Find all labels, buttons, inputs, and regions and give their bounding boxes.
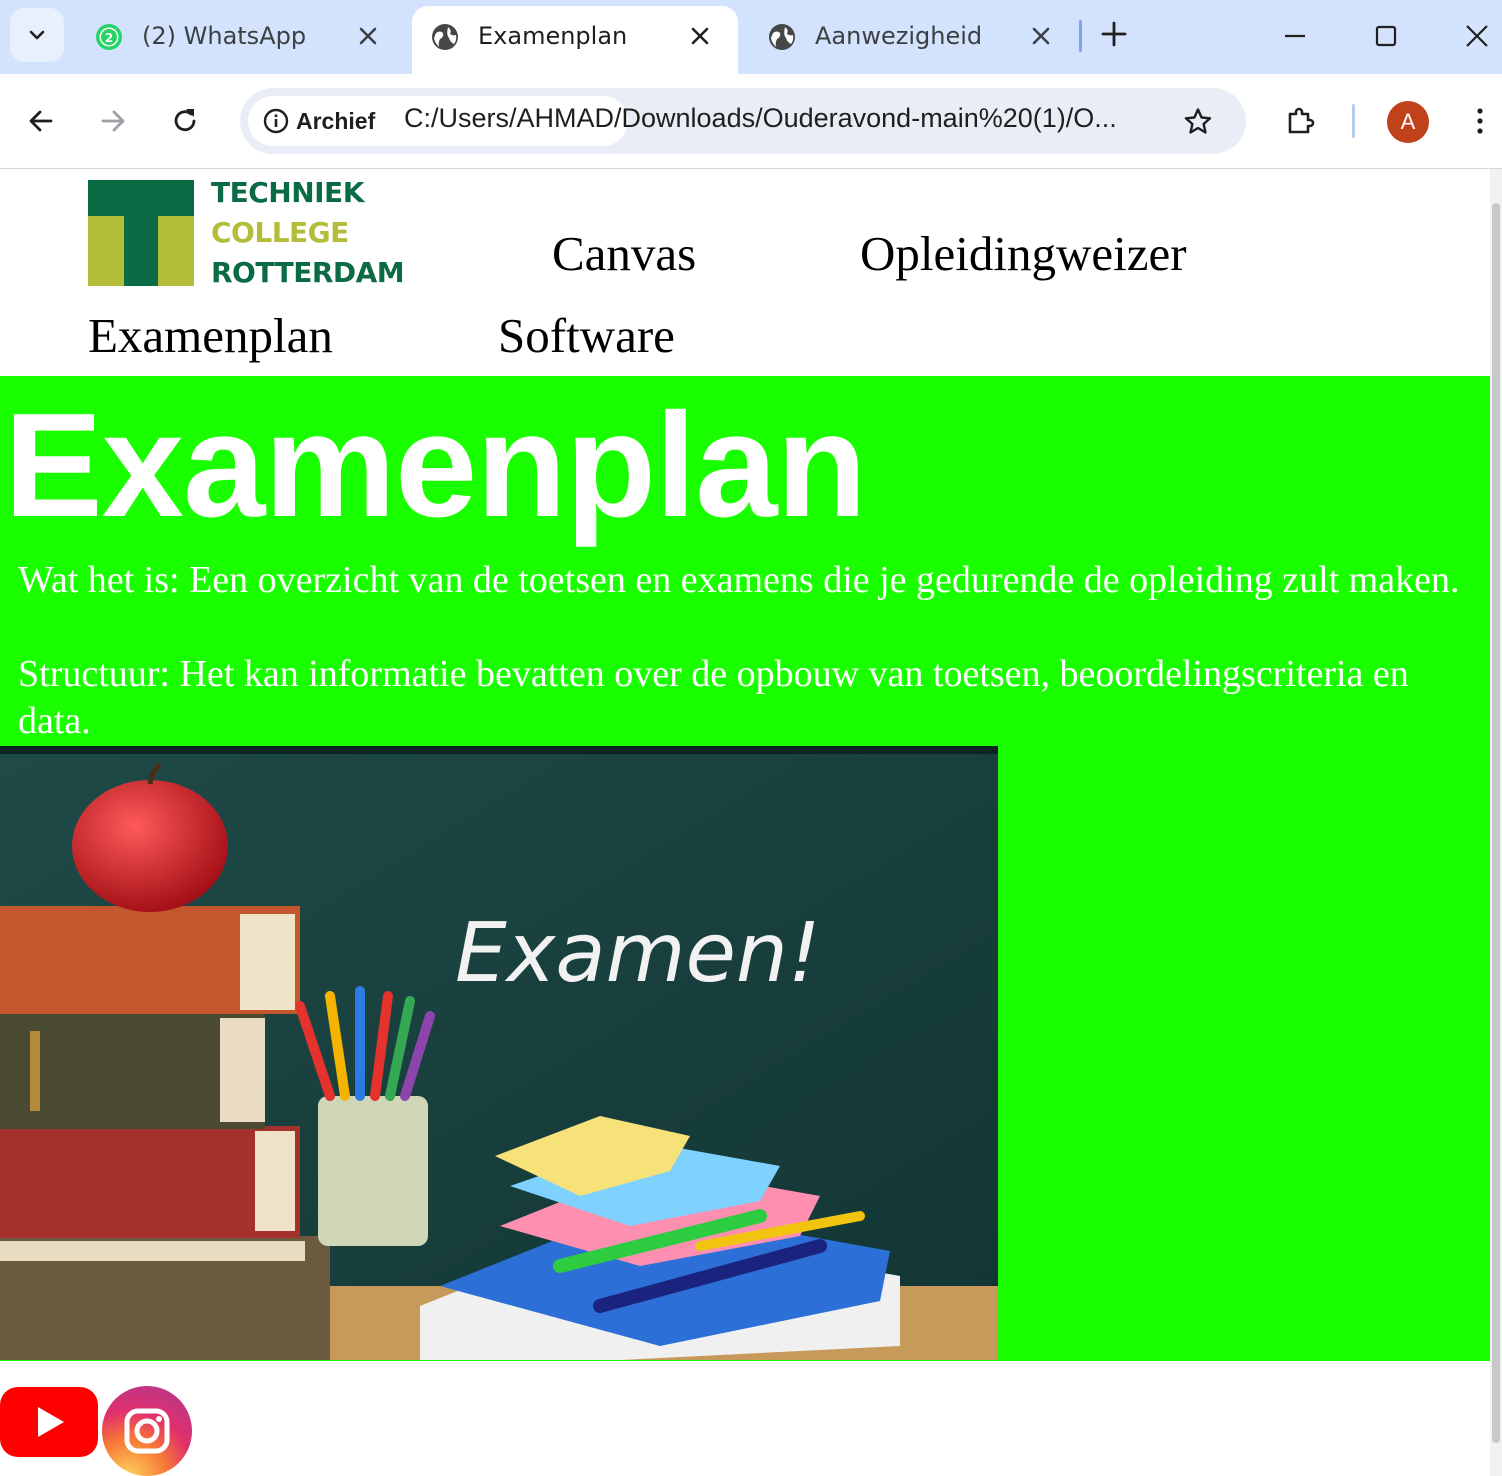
tab-whatsapp[interactable]: 2 (2) WhatsApp xyxy=(76,6,406,68)
forward-arrow-icon[interactable] xyxy=(97,105,129,137)
tab-search-button[interactable] xyxy=(10,8,64,62)
tab-separator xyxy=(1079,20,1082,52)
logo-mark xyxy=(88,180,194,286)
bookmark-star-icon[interactable] xyxy=(1182,106,1214,138)
site-info-label: Archief xyxy=(296,108,376,134)
page-scrollbar[interactable] xyxy=(1490,169,1502,1476)
nav-link-software[interactable]: Software xyxy=(498,307,675,364)
close-icon[interactable] xyxy=(1027,22,1055,50)
address-bar[interactable]: Archief C:/Users/AHMAD/Downloads/Ouderav… xyxy=(240,88,1246,154)
maximize-icon[interactable] xyxy=(1370,20,1402,52)
chalkboard-text: Examen! xyxy=(455,906,821,1001)
whatsapp-icon: 2 xyxy=(96,24,122,50)
back-arrow-icon[interactable] xyxy=(25,105,57,137)
tab-examenplan[interactable]: Examenplan xyxy=(412,6,738,74)
svg-text:2: 2 xyxy=(105,31,113,45)
scrollbar-thumb[interactable] xyxy=(1492,203,1500,1443)
description-structure: Structuur: Het kan informatie bevatten o… xyxy=(18,653,1409,742)
new-tab-plus-icon[interactable] xyxy=(1098,18,1130,50)
tab-strip: 2 (2) WhatsApp Examenplan Aanwezigheid xyxy=(0,0,1502,74)
tab-title: Examenplan xyxy=(478,22,628,50)
reload-icon[interactable] xyxy=(169,105,201,137)
tab-aanwezigheid[interactable]: Aanwezigheid xyxy=(749,6,1079,68)
nav-link-canvas[interactable]: Canvas xyxy=(552,225,696,282)
profile-avatar[interactable]: A xyxy=(1387,101,1429,143)
toolbar-separator xyxy=(1352,104,1355,138)
globe-icon xyxy=(769,24,795,50)
close-icon[interactable] xyxy=(686,22,714,50)
nav-link-opleidingweizer[interactable]: Opleidingweizer xyxy=(860,225,1187,282)
url-text[interactable]: C:/Users/AHMAD/Downloads/Ouderavond-main… xyxy=(404,103,1164,134)
browser-toolbar: Archief C:/Users/AHMAD/Downloads/Ouderav… xyxy=(0,74,1502,169)
techniek-college-logo[interactable]: TECHNIEK COLLEGE ROTTERDAM xyxy=(88,176,405,292)
logo-line-2: COLLEGE xyxy=(211,216,349,249)
chevron-down-icon xyxy=(29,30,45,40)
youtube-icon[interactable] xyxy=(0,1387,98,1457)
extensions-puzzle-icon[interactable] xyxy=(1285,105,1317,137)
logo-line-3: ROTTERDAM xyxy=(211,256,405,289)
globe-icon xyxy=(432,24,458,50)
info-icon xyxy=(263,108,289,134)
nav-link-examenplan[interactable]: Examenplan xyxy=(88,307,333,364)
close-icon[interactable] xyxy=(354,22,382,50)
more-vertical-icon[interactable] xyxy=(1464,105,1496,137)
hero-section: Examenplan Wat het is: Een overzicht van… xyxy=(0,376,1490,1361)
logo-line-1: TECHNIEK xyxy=(211,176,364,209)
description-what: Wat het is: Een overzicht van de toetsen… xyxy=(18,559,1460,601)
close-window-icon[interactable] xyxy=(1461,20,1493,52)
page-title: Examenplan xyxy=(4,383,867,548)
minimize-icon[interactable] xyxy=(1279,20,1311,52)
tab-title: Aanwezigheid xyxy=(815,22,983,50)
tab-title: (2) WhatsApp xyxy=(142,22,307,50)
exam-illustration-image: Examen! xyxy=(0,746,998,1360)
instagram-icon[interactable] xyxy=(102,1386,192,1476)
page-viewport: TECHNIEK COLLEGE ROTTERDAM Canvas Opleid… xyxy=(0,169,1490,1476)
